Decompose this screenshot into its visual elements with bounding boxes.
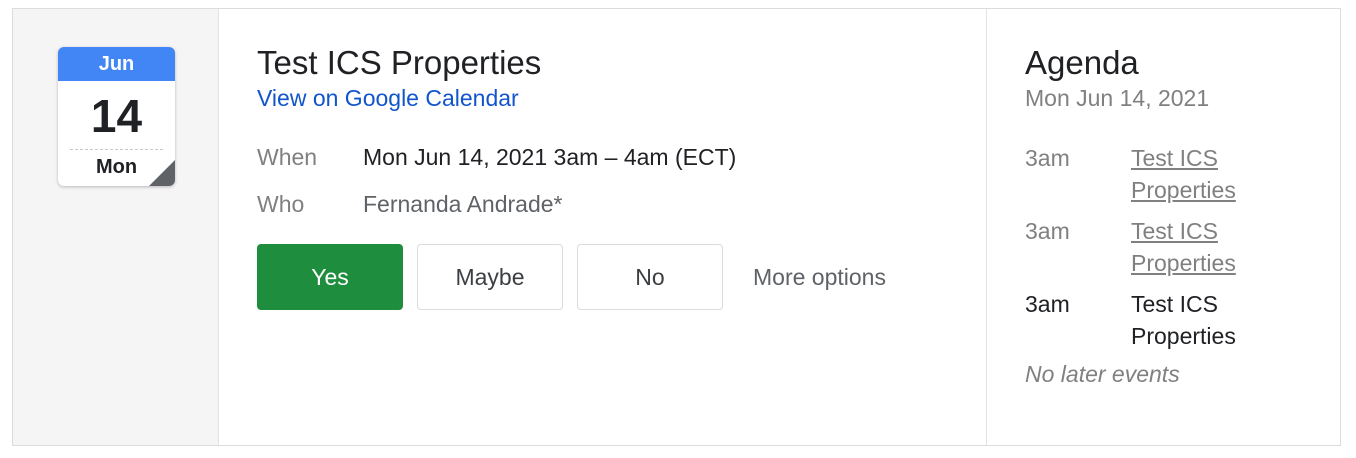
agenda-item: 3am Test ICS Properties	[1025, 142, 1340, 206]
more-options-link[interactable]: More options	[753, 264, 886, 291]
who-value: Fernanda Andrade*	[363, 191, 563, 217]
calendar-icon-column: Jun 14 Mon	[13, 9, 219, 445]
rsvp-maybe-button[interactable]: Maybe	[417, 244, 563, 310]
calendar-icon: Jun 14 Mon	[58, 47, 175, 186]
calendar-icon-divider	[70, 149, 163, 150]
agenda-item-event: Test ICS Properties	[1131, 291, 1236, 349]
view-on-google-calendar-link[interactable]: View on Google Calendar	[257, 85, 519, 112]
event-details: Test ICS Properties View on Google Calen…	[219, 9, 987, 445]
calendar-icon-day: 14	[90, 90, 143, 142]
rsvp-yes-button[interactable]: Yes	[257, 244, 403, 310]
agenda-item-current: 3am Test ICS Properties	[1025, 288, 1340, 352]
when-label: When	[257, 144, 318, 170]
who-row: Who Fernanda Andrade*	[257, 189, 986, 236]
rsvp-buttons: Yes Maybe No More options	[257, 244, 986, 310]
agenda-panel: Agenda Mon Jun 14, 2021 3am Test ICS Pro…	[987, 9, 1340, 445]
who-label: Who	[257, 191, 305, 217]
rsvp-no-button[interactable]: No	[577, 244, 723, 310]
agenda-item-time: 3am	[1025, 218, 1070, 244]
calendar-invite-card: Jun 14 Mon Test ICS Properties View on G…	[12, 8, 1341, 446]
calendar-icon-month: Jun	[58, 47, 175, 81]
agenda-item-event-link[interactable]: Test ICS Properties	[1131, 142, 1261, 206]
event-info-rows: When Mon Jun 14, 2021 3am – 4am (ECT) Wh…	[257, 142, 986, 236]
event-title: Test ICS Properties	[257, 44, 542, 81]
agenda-list: 3am Test ICS Properties 3am Test ICS Pro…	[1025, 142, 1340, 352]
agenda-item-event-link[interactable]: Test ICS Properties	[1131, 215, 1261, 279]
agenda-date: Mon Jun 14, 2021	[1025, 85, 1210, 111]
agenda-item: 3am Test ICS Properties	[1025, 215, 1340, 279]
no-later-events: No later events	[1025, 361, 1180, 387]
when-value: Mon Jun 14, 2021 3am – 4am (ECT)	[363, 144, 737, 170]
agenda-item-time: 3am	[1025, 291, 1070, 317]
agenda-item-time: 3am	[1025, 145, 1070, 171]
page-fold-icon	[149, 160, 175, 186]
agenda-title: Agenda	[1025, 44, 1139, 81]
when-row: When Mon Jun 14, 2021 3am – 4am (ECT)	[257, 142, 986, 189]
